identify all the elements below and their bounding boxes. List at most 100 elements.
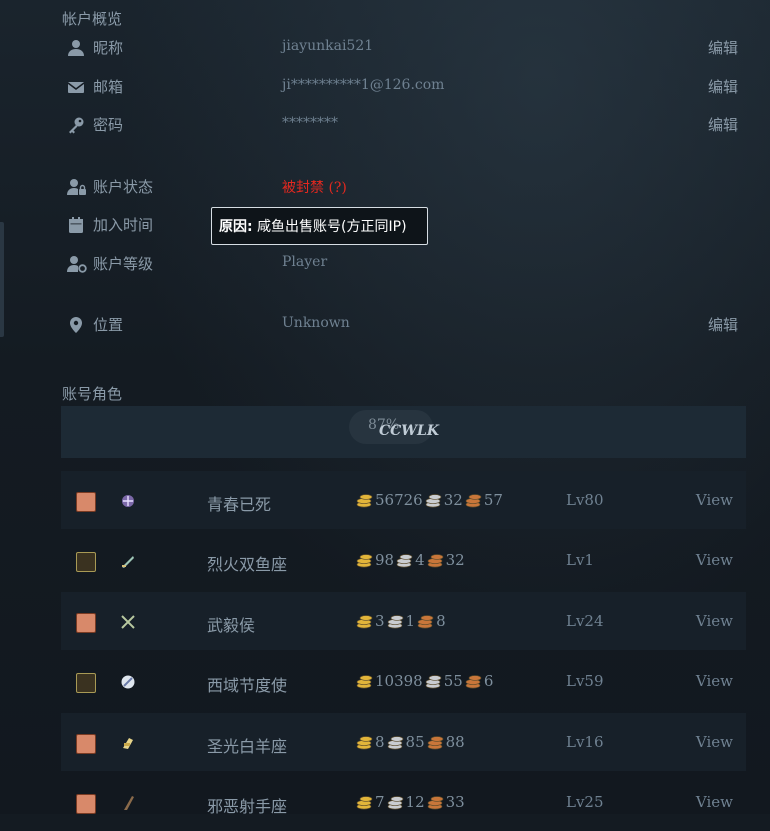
copper-amount: 33 bbox=[445, 793, 465, 811]
edit-nickname-button[interactable]: 编辑 bbox=[708, 37, 738, 58]
undead-icon bbox=[76, 673, 96, 693]
copper-amount: 32 bbox=[445, 551, 465, 569]
nickname-label: 昵称 bbox=[93, 39, 124, 57]
copper-coin-icon bbox=[427, 554, 443, 568]
character-money: 56726 32 57 bbox=[354, 491, 503, 509]
silver-amount: 12 bbox=[405, 793, 425, 811]
edit-location-button[interactable]: 编辑 bbox=[708, 314, 738, 335]
silver-amount: 32 bbox=[443, 491, 463, 509]
copper-amount: 57 bbox=[483, 491, 503, 509]
overview-title: 帐户概览 bbox=[62, 10, 123, 28]
silver-coin-icon bbox=[425, 494, 442, 508]
gold-coin-icon bbox=[356, 615, 373, 629]
edit-password-button[interactable]: 编辑 bbox=[708, 114, 738, 135]
copper-coin-icon bbox=[417, 615, 434, 629]
character-level: Lv24 bbox=[566, 612, 604, 630]
gold-coin-icon bbox=[356, 675, 373, 689]
password-value: ******** bbox=[282, 115, 338, 131]
status-row: 账户状态 被封禁 (?) bbox=[62, 172, 746, 202]
copper-amount: 88 bbox=[445, 733, 465, 751]
user-cog-icon bbox=[67, 256, 87, 273]
character-level: Lv1 bbox=[566, 551, 594, 569]
character-level: Lv80 bbox=[566, 491, 604, 509]
location-label: 位置 bbox=[93, 316, 124, 334]
silver-amount: 1 bbox=[405, 612, 416, 630]
gold-amount: 8 bbox=[375, 733, 385, 751]
view-character-button[interactable]: View bbox=[696, 672, 733, 690]
copper-amount: 8 bbox=[436, 612, 446, 630]
hunter-icon bbox=[119, 794, 137, 812]
user-lock-icon bbox=[67, 179, 86, 195]
gold-amount: 56726 bbox=[375, 491, 423, 509]
character-row: 烈火双鱼座 98 4 32 Lv1 View bbox=[61, 531, 746, 589]
character-level: Lv59 bbox=[566, 672, 604, 690]
character-money: 8 85 88 bbox=[354, 733, 465, 751]
character-row: 圣光白羊座 8 85 88 Lv16 View bbox=[61, 713, 746, 771]
character-level: Lv16 bbox=[566, 733, 604, 751]
password-row: 密码 ******** 编辑 bbox=[62, 110, 746, 140]
account-level-row: 账户等级 Player bbox=[62, 249, 746, 279]
view-character-button[interactable]: View bbox=[696, 491, 733, 509]
location-row: 位置 Unknown 编辑 bbox=[62, 310, 746, 340]
silver-amount: 85 bbox=[405, 733, 425, 751]
copper-coin-icon bbox=[465, 675, 482, 689]
copper-coin-icon bbox=[427, 736, 443, 750]
warrior-icon bbox=[119, 552, 137, 570]
edit-email-button[interactable]: 编辑 bbox=[708, 76, 738, 97]
nickname-row: 昵称 jiayunkai521 编辑 bbox=[62, 33, 746, 63]
character-name: 烈火双鱼座 bbox=[207, 555, 288, 574]
password-label: 密码 bbox=[93, 116, 124, 134]
view-character-button[interactable]: View bbox=[696, 612, 733, 630]
view-character-button[interactable]: View bbox=[696, 733, 733, 751]
human-female-icon bbox=[76, 794, 96, 814]
key-icon bbox=[69, 117, 84, 134]
gold-amount: 98 bbox=[375, 551, 395, 569]
gold-amount: 3 bbox=[375, 612, 385, 630]
gold-coin-icon bbox=[356, 736, 373, 750]
nickname-value: jiayunkai521 bbox=[282, 38, 374, 54]
envelope-icon bbox=[67, 82, 85, 93]
email-row: 邮箱 ji**********1@126.com 编辑 bbox=[62, 72, 746, 102]
silver-coin-icon bbox=[387, 796, 403, 810]
status-value-banned[interactable]: 被封禁 (?) bbox=[282, 177, 347, 197]
side-scroll-handle[interactable] bbox=[0, 222, 4, 337]
realm-loading-bar: 87% CCWLK bbox=[61, 406, 746, 458]
account-level-value: Player bbox=[282, 254, 328, 270]
paladin-icon bbox=[119, 734, 137, 752]
character-row: 武毅侯 3 1 8 Lv24 View bbox=[61, 592, 746, 650]
warlock-icon bbox=[119, 492, 137, 510]
character-money: 10398 55 6 bbox=[354, 672, 493, 690]
silver-coin-icon bbox=[425, 675, 442, 689]
silver-amount: 4 bbox=[415, 551, 425, 569]
rogue-icon bbox=[119, 613, 137, 631]
user-icon bbox=[68, 40, 84, 56]
silver-coin-icon bbox=[396, 554, 413, 568]
view-character-button[interactable]: View bbox=[696, 793, 733, 811]
view-character-button[interactable]: View bbox=[696, 551, 733, 569]
silver-coin-icon bbox=[387, 736, 403, 750]
character-money: 7 12 33 bbox=[354, 793, 465, 811]
characters-title: 账号角色 bbox=[62, 385, 123, 403]
character-name: 西域节度使 bbox=[207, 676, 288, 695]
silver-amount: 55 bbox=[443, 672, 463, 690]
gold-coin-icon bbox=[356, 554, 373, 568]
undead-icon bbox=[76, 552, 96, 572]
character-row: 青春已死 56726 32 57 Lv80 View bbox=[61, 471, 746, 529]
email-label: 邮箱 bbox=[93, 78, 124, 96]
location-value: Unknown bbox=[282, 315, 350, 331]
map-marker-icon bbox=[70, 317, 82, 333]
gold-amount: 10398 bbox=[375, 672, 423, 690]
character-level: Lv25 bbox=[566, 793, 604, 811]
joined-label: 加入时间 bbox=[93, 216, 154, 234]
mage-icon bbox=[119, 673, 137, 691]
character-name: 青春已死 bbox=[207, 495, 272, 514]
character-money: 98 4 32 bbox=[354, 551, 465, 569]
copper-coin-icon bbox=[465, 494, 482, 508]
character-money: 3 1 8 bbox=[354, 612, 446, 630]
copper-amount: 6 bbox=[483, 672, 494, 690]
character-row: 邪恶射手座 7 12 33 Lv25 View bbox=[61, 773, 746, 831]
character-name: 邪恶射手座 bbox=[207, 797, 288, 816]
gold-coin-icon bbox=[356, 494, 373, 508]
human-female-icon bbox=[76, 613, 96, 633]
character-name: 圣光白羊座 bbox=[207, 737, 288, 756]
